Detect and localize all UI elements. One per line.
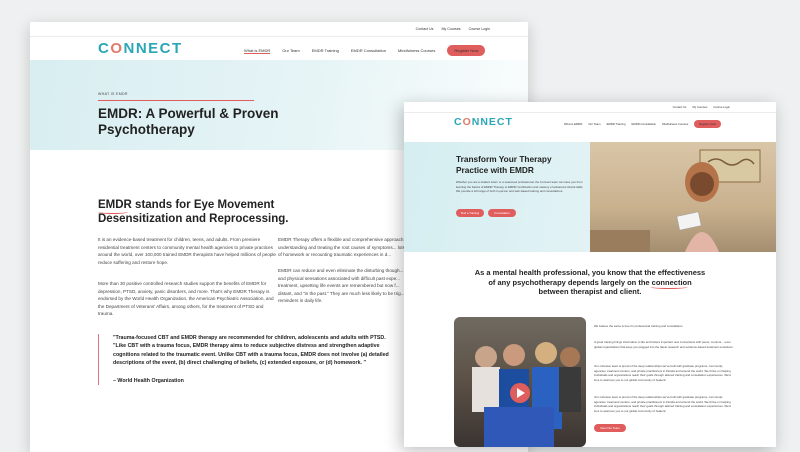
eyebrow-label: WHAT IS EMDR — [98, 92, 128, 96]
meet-our-team-button[interactable]: Meet Our Team — [594, 424, 626, 432]
utility-bar: Contact Us My Courses Course Login — [404, 102, 776, 113]
side-paragraph-2: A great training brings information to l… — [594, 340, 734, 349]
connect-logo[interactable]: CONNECT — [454, 116, 513, 128]
register-now-button[interactable]: Register Now — [447, 45, 486, 56]
right-paragraph-2: EMDR can reduce and even eliminate the d… — [278, 268, 405, 303]
nav-emdr-training[interactable]: EMDR Training — [312, 48, 339, 53]
hero-text: Whether you are a student intern or a se… — [456, 180, 584, 194]
right-paragraph-1: EMDR Therapy offers a flexible and compr… — [278, 237, 408, 257]
left-paragraph-2: More than 30 positive controlled researc… — [98, 281, 274, 316]
main-nav: What is EMDR Our Team EMDR Training EMDR… — [244, 45, 486, 56]
nav-mindfulness[interactable]: Mindfulness Courses — [398, 48, 435, 53]
nav-our-team[interactable]: Our Team — [282, 48, 300, 53]
emdr-underline — [98, 210, 128, 214]
my-courses-link[interactable]: My Courses — [692, 105, 707, 109]
nav-emdr-consultation[interactable]: EMDR Consultation — [351, 48, 386, 53]
quote-text: "Trauma-focused CBT and EMDR therapy are… — [113, 335, 389, 366]
nav-our-team[interactable]: Our Team — [588, 122, 600, 126]
connection-underline — [650, 285, 688, 289]
quote-attribution: – World Health Organization — [113, 378, 184, 385]
consultation-button[interactable]: Consultation — [488, 209, 516, 217]
side-paragraph-1: We believe the same is true for professi… — [594, 324, 684, 328]
side-paragraph-3: Our cohesive team is proud of the deep r… — [594, 364, 731, 382]
title-divider — [98, 100, 254, 101]
register-now-button[interactable]: Register Now — [694, 120, 722, 128]
connect-logo[interactable]: CONNECT — [98, 40, 183, 57]
nav-mindfulness[interactable]: Mindfulness Courses — [662, 122, 688, 126]
hero-title: Transform Your Therapy Practice with EMD… — [456, 154, 552, 175]
who-quote: "Trauma-focused CBT and EMDR therapy are… — [98, 334, 393, 386]
course-login-link[interactable]: Course Login — [469, 27, 490, 31]
nav-what-is-emdr[interactable]: What is EMDR — [244, 48, 271, 54]
play-icon[interactable] — [510, 383, 530, 403]
hero-photo — [590, 142, 776, 252]
left-paragraph-1: It is an evidence-based treatment for ch… — [98, 237, 276, 265]
contact-link[interactable]: Contact Us — [416, 27, 434, 31]
page-home: Contact Us My Courses Course Login CONNE… — [404, 102, 776, 447]
team-photo — [472, 342, 581, 447]
contact-link[interactable]: Contact Us — [673, 105, 687, 109]
nav-emdr-training[interactable]: EMDR Training — [607, 122, 626, 126]
side-paragraph-4: Our cohesive team is proud of the deep r… — [594, 395, 731, 413]
statement-heading: As a mental health professional, you kno… — [474, 268, 706, 296]
course-login-link[interactable]: Course Login — [713, 105, 730, 109]
my-courses-link[interactable]: My Courses — [441, 27, 460, 31]
team-photo-card[interactable] — [454, 317, 586, 447]
main-nav: What is EMDR Our Team EMDR Training EMDR… — [564, 120, 722, 128]
nav-what-is-emdr[interactable]: What is EMDR — [564, 122, 582, 126]
find-training-button[interactable]: Find a Training — [456, 209, 484, 217]
therapist-illustration — [590, 149, 761, 252]
page-title: EMDR: A Powerful & Proven Psychotherapy — [98, 106, 279, 137]
utility-bar: Contact Us My Courses Course Login — [30, 22, 528, 37]
nav-emdr-consultation[interactable]: EMDR Consultation — [632, 122, 657, 126]
